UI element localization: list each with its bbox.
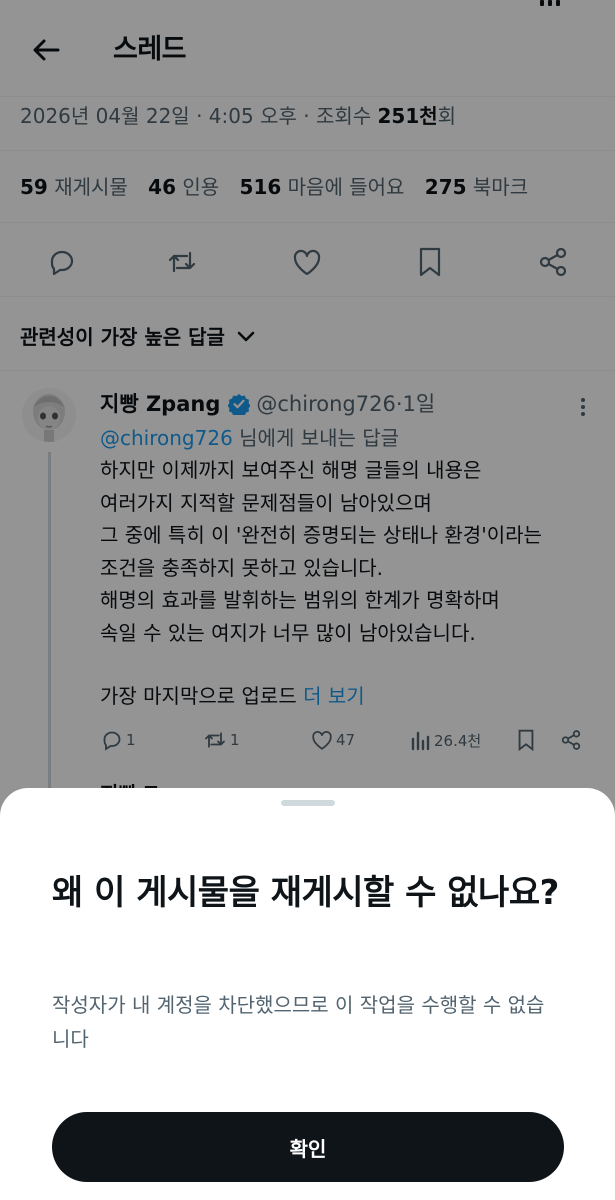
- bottom-sheet: 왜 이 게시물을 재게시할 수 없나요? 작성자가 내 계정을 차단했으므로 이…: [0, 788, 615, 1200]
- confirm-button[interactable]: 확인: [52, 1112, 564, 1182]
- sheet-title: 왜 이 게시물을 재게시할 수 없나요?: [52, 873, 559, 913]
- sheet-message: 작성자가 내 계정을 차단했으므로 이 작업을 수행할 수 없습니다: [52, 993, 545, 1051]
- sheet-drag-handle[interactable]: [281, 800, 335, 806]
